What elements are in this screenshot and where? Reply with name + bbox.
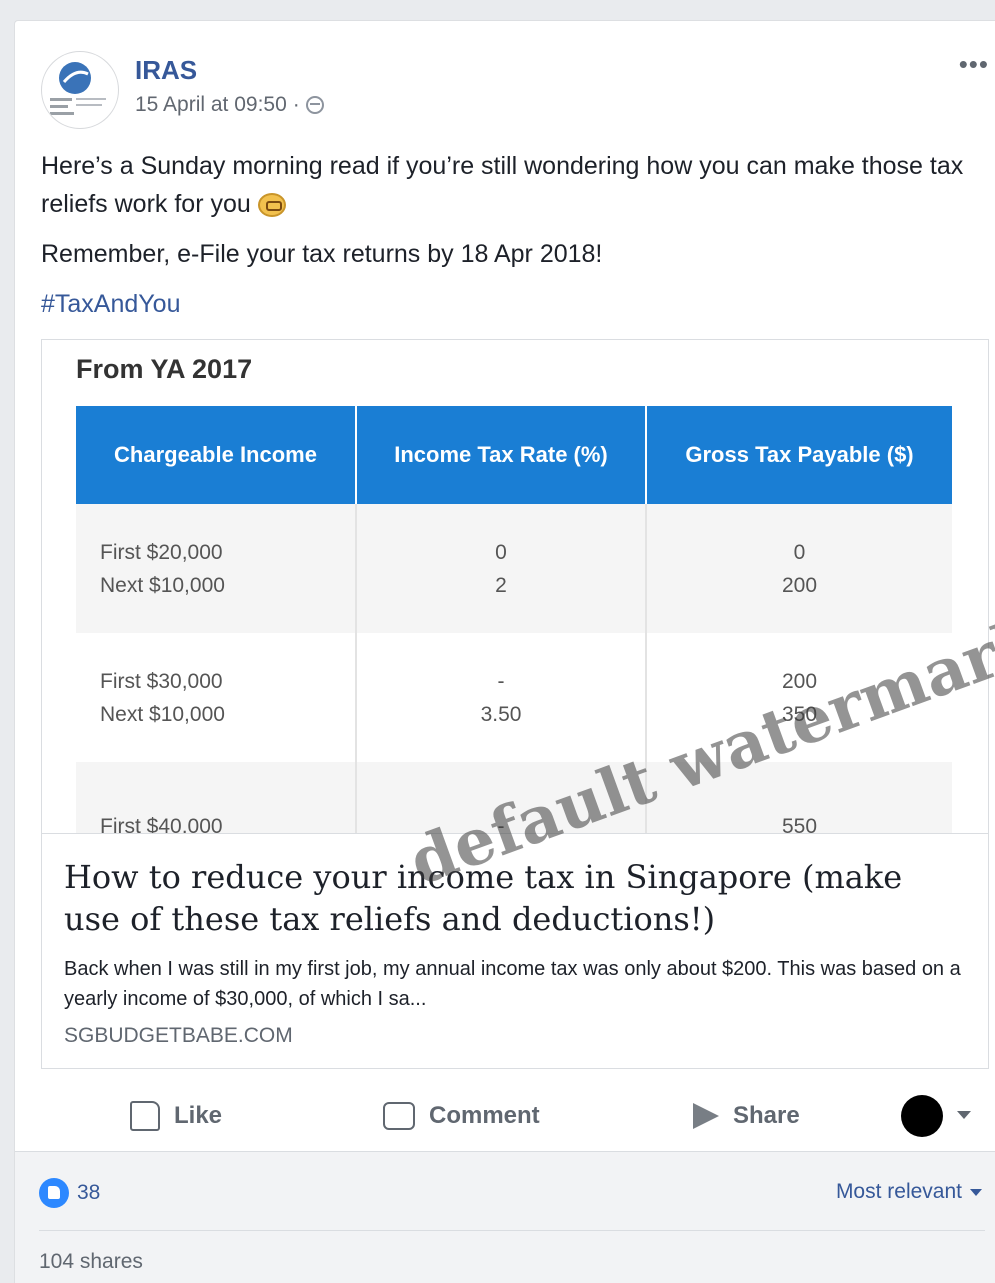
page-avatar[interactable] (41, 51, 119, 129)
column-header: Gross Tax Payable ($) (646, 406, 952, 504)
share-label: Share (733, 1102, 800, 1129)
page-name[interactable]: IRAS (135, 55, 197, 86)
table-row: First $30,000 Next $10,000 - 3.50 200 350 (76, 633, 952, 762)
table-cell: First $40,000 (100, 815, 223, 834)
tax-table: Chargeable Income Income Tax Rate (%) Gr… (76, 406, 952, 834)
table-row: First $20,000 Next $10,000 0 2 0 200 (76, 504, 952, 633)
viewer-avatar[interactable] (901, 1095, 943, 1137)
share-count[interactable]: 104 shares (39, 1250, 143, 1274)
link-title[interactable]: How to reduce your income tax in Singapo… (64, 856, 964, 940)
table-row: First $40,000 - 550 (76, 762, 952, 834)
table-cell: 0 (793, 540, 806, 564)
chevron-down-icon[interactable] (957, 1111, 971, 1119)
link-description: Back when I was still in my first job, m… (64, 958, 961, 1010)
column-header: Chargeable Income (76, 406, 357, 504)
table-cell: - (497, 815, 505, 834)
sort-label: Most relevant (835, 1180, 962, 1203)
like-reaction-icon (39, 1178, 69, 1208)
comment-sort-dropdown[interactable]: Most relevant (836, 1180, 982, 1204)
table-cell: 200 (781, 669, 818, 693)
table-cell: First $30,000 (100, 669, 223, 693)
more-options-icon[interactable]: ••• (959, 51, 989, 77)
table-title: From YA 2017 (76, 354, 253, 384)
table-cell: 0 (495, 540, 507, 564)
comment-icon (383, 1102, 415, 1130)
like-button[interactable]: Like (130, 1081, 222, 1151)
table-cell: Next $10,000 (100, 702, 225, 726)
share-icon (693, 1103, 719, 1129)
table-cell: 350 (781, 702, 818, 726)
post-text: Here’s a Sunday morning read if you’re s… (41, 147, 976, 335)
table-cell: 550 (781, 815, 818, 834)
link-preview[interactable]: From YA 2017 Chargeable Income Income Ta… (41, 339, 989, 1069)
share-button[interactable]: Share (693, 1081, 800, 1151)
preview-image: From YA 2017 Chargeable Income Income Ta… (42, 340, 988, 834)
table-cell: 200 (781, 573, 818, 597)
action-bar: Like Comment Share (15, 1081, 995, 1151)
table-cell: First $20,000 (100, 540, 223, 564)
post-meta: 15 April at 09:50 · (135, 93, 324, 117)
reaction-summary[interactable]: 38 (39, 1178, 100, 1208)
reactions-footer: 38 Most relevant 104 shares (15, 1151, 995, 1283)
chevron-down-icon (970, 1188, 982, 1196)
like-label: Like (174, 1102, 223, 1129)
table-cell: 3.50 (480, 702, 522, 726)
thumbs-up-icon (130, 1101, 160, 1131)
globe-icon (305, 96, 324, 114)
post-card: IRAS 15 April at 09:50 · ••• Here’s a Su… (14, 20, 995, 1283)
column-header: Income Tax Rate (%) (356, 406, 647, 504)
table-cell: - (497, 669, 505, 693)
comment-label: Comment (429, 1102, 540, 1129)
hashtag-link[interactable]: #TaxAndYou (41, 285, 976, 323)
divider (39, 1230, 985, 1231)
link-domain: SGBUDGETBABE.COM (64, 1024, 293, 1047)
post-text-line2: Remember, e-File your tax returns by 18 … (41, 240, 603, 268)
table-cell: 2 (495, 573, 507, 597)
meta-separator: · (292, 93, 300, 116)
like-count: 38 (77, 1181, 101, 1204)
post-text-line1: Here’s a Sunday morning read if you’re s… (41, 152, 964, 218)
emoji-icon (257, 193, 286, 218)
table-cell: Next $10,000 (100, 573, 225, 597)
comment-button[interactable]: Comment (383, 1081, 540, 1151)
post-timestamp[interactable]: 15 April at 09:50 (135, 93, 287, 117)
